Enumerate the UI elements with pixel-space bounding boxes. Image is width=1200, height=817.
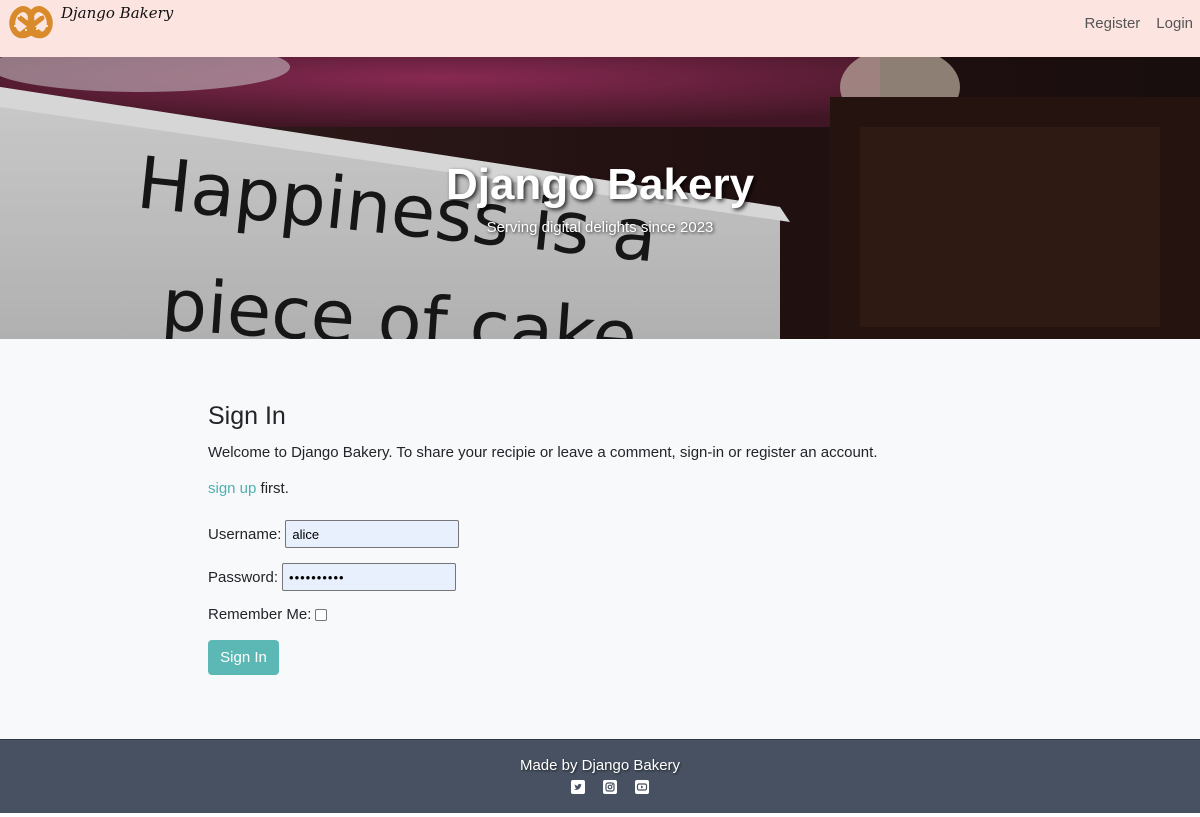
username-input[interactable] (285, 520, 460, 548)
footer-text: Made by Django Bakery (519, 757, 681, 774)
youtube-icon[interactable] (635, 780, 649, 794)
nav-links: Register Login (1068, 15, 1193, 32)
brand-link[interactable]: Django Bakery (6, 2, 173, 42)
hero-subtitle: Serving digital delights since 2023 (486, 219, 714, 236)
page-bottom-edge (0, 813, 1200, 817)
remember-label: Remember Me: (208, 606, 312, 623)
signup-suffix: first. (256, 480, 289, 497)
signup-line: sign up first. (208, 480, 988, 497)
navbar: Django Bakery Register Login (0, 0, 1200, 57)
nav-register-link[interactable]: Register (1084, 15, 1140, 32)
nav-login-link[interactable]: Login (1156, 15, 1193, 32)
username-label: Username: (208, 525, 282, 543)
footer: Made by Django Bakery (0, 739, 1200, 813)
password-row: Password: (208, 563, 988, 591)
hero-title: Django Bakery (445, 160, 755, 209)
signin-section: Sign In Welcome to Django Bakery. To sha… (208, 402, 988, 675)
hero-banner: Happiness is a piece of cake Django Bake… (0, 57, 1200, 339)
signin-button[interactable]: Sign In (208, 640, 279, 675)
brand-name: Django Bakery (61, 4, 174, 22)
signin-form: Username: Password: Remember Me: Sign In (208, 520, 988, 675)
page-title: Sign In (208, 402, 286, 430)
pretzel-logo-icon (9, 6, 53, 39)
social-links (571, 780, 667, 794)
remember-checkbox[interactable] (315, 608, 328, 621)
password-input[interactable] (282, 563, 457, 591)
remember-row: Remember Me: (208, 606, 988, 623)
signup-link[interactable]: sign up (208, 480, 256, 497)
welcome-text: Welcome to Django Bakery. To share your … (208, 444, 878, 461)
twitter-icon[interactable] (571, 780, 585, 794)
username-row: Username: (208, 520, 988, 548)
instagram-icon[interactable] (603, 780, 617, 794)
password-label: Password: (208, 568, 279, 586)
